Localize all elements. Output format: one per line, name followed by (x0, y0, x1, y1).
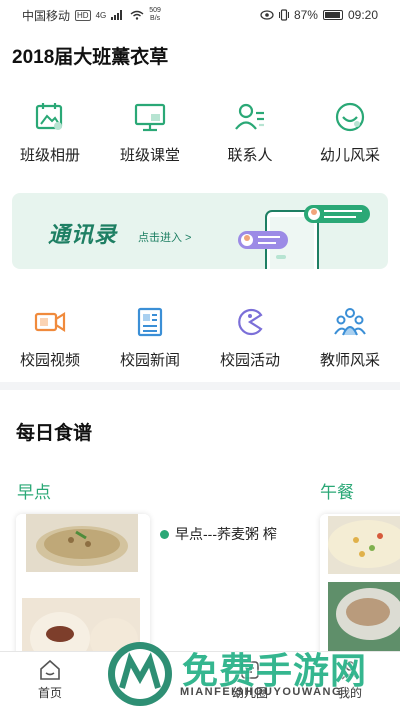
daily-recipe-title: 每日食谱 (16, 423, 93, 444)
class-menu-grid: 班级相册 班级课堂 联系人 幼儿风采 (0, 100, 400, 165)
menu-item-class-lesson[interactable]: 班级课堂 (100, 100, 200, 165)
tab-label: 幼儿圈 (231, 686, 268, 700)
menu-label: 校园新闻 (119, 352, 180, 369)
tab-kids-circle[interactable]: 幼儿圈 (200, 652, 300, 711)
smile-icon (335, 102, 365, 132)
breakfast-dish[interactable]: 早点---荞麦粥 榨 (160, 524, 277, 544)
campus-menu-grid: 校园视频 校园新闻 校园活动 教师风采 (0, 305, 400, 370)
breakfast-label[interactable]: 早点 (17, 478, 51, 503)
breakfast-photo-card[interactable] (16, 514, 150, 664)
banner-title: 通讯录 (48, 222, 118, 247)
bottom-tab-bar: 首页 家 幼儿圈 我的 (0, 651, 400, 711)
chat-illustration (238, 205, 370, 269)
hd-badge: HD (75, 9, 91, 21)
battery-percent: 87% (293, 8, 318, 22)
carrier-label: 中国移动 (22, 8, 71, 23)
tab-label: 我的 (337, 686, 362, 700)
network-type: 4G (95, 10, 107, 20)
tab-home[interactable]: 首页 (0, 652, 100, 711)
menu-label: 校园视频 (19, 352, 80, 369)
family-icon (140, 660, 160, 680)
menu-label: 联系人 (227, 147, 273, 164)
album-icon (35, 103, 63, 130)
menu-label: 幼儿风采 (319, 147, 380, 164)
menu-item-teacher-showcase[interactable]: 教师风采 (300, 305, 400, 370)
net-speed: 509 B/s (149, 7, 161, 23)
signal-icon (111, 10, 123, 20)
section-divider (0, 382, 400, 390)
class-title: 2018届大班薰衣草 (12, 47, 169, 68)
bullet-dot (160, 529, 169, 539)
circle-icon (241, 661, 259, 679)
eye-icon (260, 10, 274, 20)
menu-item-campus-video[interactable]: 校园视频 (0, 305, 100, 370)
menu-item-child-showcase[interactable]: 幼儿风采 (300, 100, 400, 165)
menu-item-contacts[interactable]: 联系人 (200, 100, 300, 165)
net-speed-unit: B/s (150, 15, 161, 22)
profile-icon (341, 661, 359, 680)
status-bar: 中国移动 HD 4G 509 B/s 87% 09:20 (0, 0, 400, 30)
home-icon (40, 659, 60, 680)
teachers-icon (334, 308, 366, 336)
menu-label: 班级相册 (19, 147, 80, 164)
menu-item-class-album[interactable]: 班级相册 (0, 100, 100, 165)
net-speed-value: 509 (149, 7, 161, 14)
video-icon (34, 312, 66, 332)
news-icon (137, 307, 163, 337)
app-screen: 中国移动 HD 4G 509 B/s 87% 09:20 2018届大班薰衣草 … (0, 0, 400, 711)
menu-label: 教师风采 (319, 352, 380, 369)
menu-label: 校园活动 (219, 352, 280, 369)
lunch-label[interactable]: 午餐 (320, 478, 354, 503)
lunch-photo (320, 514, 400, 664)
breakfast-photo (16, 514, 150, 664)
clock: 09:20 (347, 8, 378, 22)
menu-item-campus-news[interactable]: 校园新闻 (100, 305, 200, 370)
contact-icon (235, 103, 264, 130)
tab-label: 首页 (37, 686, 62, 700)
banner-enter-link[interactable]: 点击进入 > (138, 229, 191, 245)
lunch-photo-card[interactable] (320, 514, 400, 664)
battery-icon (322, 10, 343, 20)
vibrate-icon (278, 9, 289, 21)
menu-label: 班级课堂 (119, 147, 180, 164)
activity-icon (238, 308, 263, 336)
menu-item-campus-activity[interactable]: 校园活动 (200, 305, 300, 370)
contacts-banner[interactable]: 通讯录 点击进入 > (12, 193, 388, 269)
tab-label: 家 (143, 686, 156, 700)
wifi-icon (130, 10, 144, 20)
tab-profile[interactable]: 我的 (300, 652, 400, 711)
dish-name: 早点---荞麦粥 榨 (175, 526, 277, 542)
monitor-icon (134, 103, 166, 132)
tab-family[interactable]: 家 (100, 652, 200, 711)
